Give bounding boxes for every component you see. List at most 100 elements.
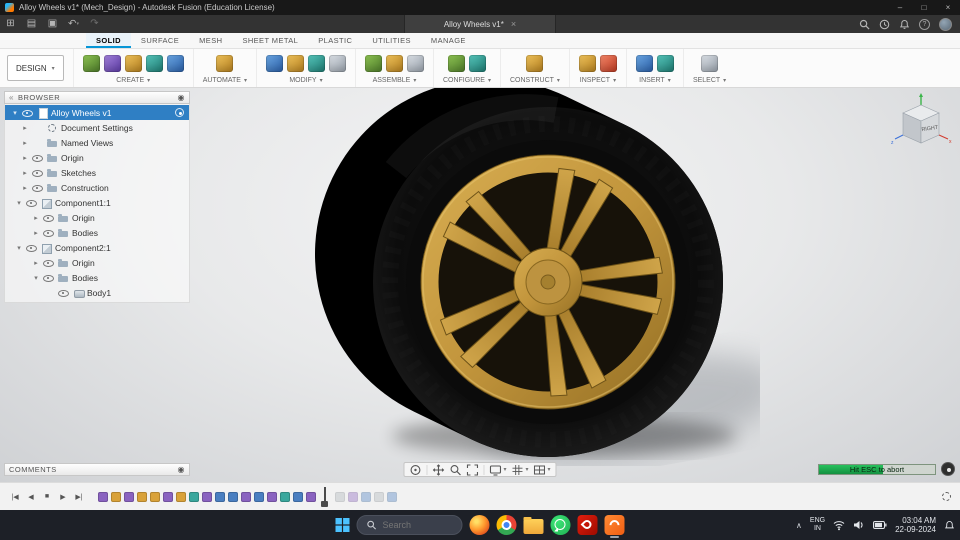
ribbon-tab[interactable]: MANAGE xyxy=(421,33,476,48)
browser-tree-item[interactable]: ▾ Bodies xyxy=(5,270,189,285)
battery-icon[interactable] xyxy=(873,519,887,531)
timeline-feature-icon[interactable] xyxy=(280,491,290,502)
panel-target-icon[interactable]: ◉ xyxy=(178,93,185,102)
timeline-control[interactable]: ▶| xyxy=(72,493,86,501)
alloy-wheel-model[interactable] xyxy=(296,88,760,466)
browser-tree-item[interactable]: ▸ Origin xyxy=(5,255,189,270)
visibility-eye-icon[interactable] xyxy=(43,273,54,283)
visibility-eye-icon[interactable] xyxy=(43,213,54,223)
configuration-icon[interactable] xyxy=(447,54,465,72)
timeline-feature-icon[interactable] xyxy=(111,491,121,502)
automate-icon[interactable] xyxy=(216,54,234,72)
extrude-icon[interactable] xyxy=(124,54,142,72)
ribbon-tab[interactable]: PLASTIC xyxy=(308,33,362,48)
chevron-down-icon[interactable]: ▾ xyxy=(548,466,551,473)
timeline-feature-icon[interactable] xyxy=(98,491,108,502)
workspace-switcher[interactable]: DESIGN ▾ xyxy=(7,55,64,81)
app-grid-icon[interactable]: ⊞ xyxy=(0,15,21,33)
minimize-button[interactable]: – xyxy=(888,0,912,15)
combine-icon[interactable] xyxy=(328,54,346,72)
timeline-feature-icon[interactable] xyxy=(306,491,316,502)
browser-tree-item[interactable]: ▸ Bodies xyxy=(5,225,189,240)
notifications-icon[interactable] xyxy=(944,520,955,531)
activate-radio-icon[interactable] xyxy=(175,108,184,117)
timeline-feature-icon[interactable] xyxy=(215,491,225,502)
browser-tree-item[interactable]: ▾ Component1:1 xyxy=(5,195,189,210)
tray-chevron-up-icon[interactable]: ∧ xyxy=(796,521,802,530)
revolve-icon[interactable] xyxy=(145,54,163,72)
comments-panel[interactable]: COMMENTS ◉ xyxy=(4,463,190,476)
expander-icon[interactable]: ▸ xyxy=(32,229,40,237)
timeline-feature-icon[interactable] xyxy=(202,491,212,502)
expander-icon[interactable]: ▸ xyxy=(32,214,40,222)
browser-header[interactable]: « BROWSER ◉ xyxy=(4,91,190,104)
assemble-component-icon[interactable] xyxy=(364,54,382,72)
joint-icon[interactable] xyxy=(385,54,403,72)
firefox-icon[interactable] xyxy=(469,515,490,535)
timeline-feature-icon[interactable] xyxy=(335,491,345,502)
visibility-eye-icon[interactable] xyxy=(43,258,54,268)
timeline-control[interactable]: ▶ xyxy=(56,493,70,501)
visibility-eye-icon[interactable] xyxy=(22,108,33,118)
chrome-icon[interactable] xyxy=(496,515,517,535)
collapse-panel-icon[interactable]: « xyxy=(9,93,14,102)
timeline-feature-icon[interactable] xyxy=(124,491,134,502)
expander-icon[interactable]: ▸ xyxy=(21,184,29,192)
press-pull-icon[interactable] xyxy=(265,54,283,72)
user-avatar[interactable] xyxy=(939,17,952,31)
expander-icon[interactable]: ▸ xyxy=(21,139,29,147)
section-analysis-icon[interactable] xyxy=(599,54,617,72)
visibility-eye-icon[interactable] xyxy=(32,183,43,193)
create-sketch-icon[interactable] xyxy=(103,54,121,72)
browser-tree-item[interactable]: ▸ Origin xyxy=(5,150,189,165)
acrobat-icon[interactable] xyxy=(577,515,598,535)
orbit-icon[interactable] xyxy=(409,464,421,476)
timeline-feature-icon[interactable] xyxy=(150,491,160,502)
browser-root-item[interactable]: ▾ Alloy Wheels v1 xyxy=(5,105,189,120)
ribbon-tab[interactable]: SURFACE xyxy=(131,33,189,48)
grid-settings-icon[interactable] xyxy=(511,464,523,476)
chevron-down-icon[interactable]: ▾ xyxy=(557,77,560,84)
file-menu-icon[interactable]: ▤ xyxy=(21,15,42,33)
select-cursor-icon[interactable] xyxy=(701,54,719,72)
expander-icon[interactable]: ▾ xyxy=(11,109,19,117)
chevron-down-icon[interactable]: ▾ xyxy=(488,77,491,84)
browser-tree-item[interactable]: ▸ Named Views xyxy=(5,135,189,150)
timeline-feature-icon[interactable] xyxy=(361,491,371,502)
browser-tree-item[interactable]: ▾ Component2:1 xyxy=(5,240,189,255)
visibility-eye-icon[interactable] xyxy=(26,243,37,253)
timeline-feature-icon[interactable] xyxy=(163,491,173,502)
search-icon[interactable] xyxy=(859,19,870,30)
whatsapp-icon[interactable] xyxy=(550,515,571,535)
browser-tree-item[interactable]: ▸ Sketches xyxy=(5,165,189,180)
zoom-icon[interactable] xyxy=(449,464,461,476)
chevron-down-icon[interactable]: ▾ xyxy=(413,77,416,84)
display-settings-icon[interactable] xyxy=(489,464,502,476)
new-component-icon[interactable] xyxy=(82,54,100,72)
timeline-feature-icon[interactable] xyxy=(228,491,238,502)
start-button-icon[interactable] xyxy=(335,518,350,532)
redo-icon[interactable]: ↷ xyxy=(84,15,105,33)
document-tab[interactable]: Alloy Wheels v1* × xyxy=(404,15,556,33)
timeline-control[interactable]: ■ xyxy=(40,493,54,500)
timeline-feature-icon[interactable] xyxy=(176,491,186,502)
browser-tree-item[interactable]: ▸ Origin xyxy=(5,210,189,225)
undo-caret-icon[interactable]: ▾ xyxy=(76,21,79,27)
browser-tree-item[interactable]: ▸ Document Settings xyxy=(5,120,189,135)
fit-icon[interactable] xyxy=(466,463,479,476)
browser-tree-item[interactable]: Body1 xyxy=(5,285,189,300)
viewports-icon[interactable] xyxy=(534,464,546,476)
notifications-bell-icon[interactable] xyxy=(899,19,910,30)
wifi-icon[interactable] xyxy=(833,519,845,531)
fusion-taskbar-icon[interactable] xyxy=(604,515,625,535)
timeline-feature-icon[interactable] xyxy=(293,491,303,502)
chevron-down-icon[interactable]: ▾ xyxy=(723,77,726,84)
ribbon-tab[interactable]: SOLID xyxy=(86,33,131,48)
insert-derive-icon[interactable] xyxy=(635,54,653,72)
expander-icon[interactable]: ▾ xyxy=(15,244,23,252)
measure-icon[interactable] xyxy=(578,54,596,72)
browser-tree-item[interactable]: ▸ Construction xyxy=(5,180,189,195)
expander-icon[interactable]: ▾ xyxy=(32,274,40,282)
visibility-eye-icon[interactable] xyxy=(43,228,54,238)
chevron-down-icon[interactable]: ▾ xyxy=(613,77,616,84)
